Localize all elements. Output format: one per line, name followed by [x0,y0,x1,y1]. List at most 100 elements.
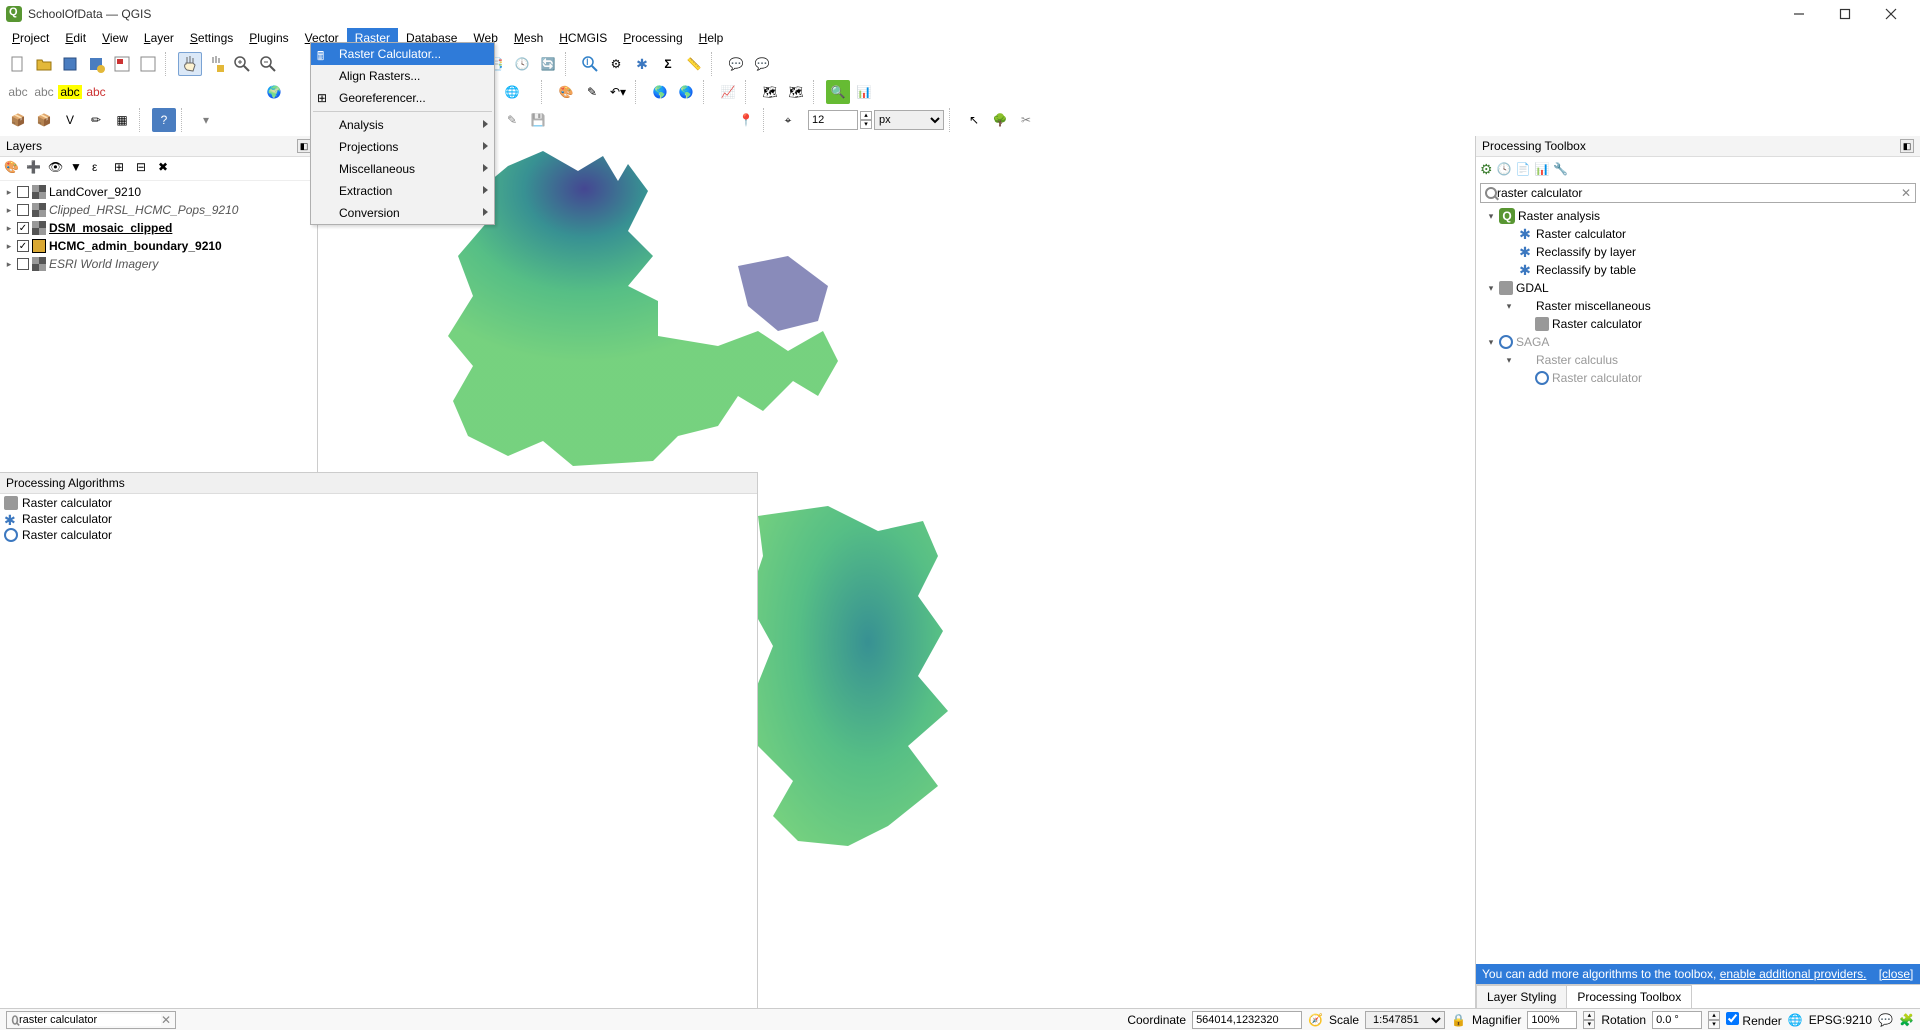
menu-processing[interactable]: Processing [615,28,690,50]
toolbox-item[interactable]: ✱Reclassify by table [1480,261,1916,279]
scale-select[interactable]: 1:547851 [1365,1011,1445,1029]
toolbox-script-icon[interactable]: 📄 [1516,162,1531,176]
filter-legend-icon[interactable]: ▼ [70,160,88,178]
hint-close-link[interactable]: [close] [1879,967,1914,981]
layer-row[interactable]: ▸Clipped_HRSL_HCMC_Pops_9210 [2,201,315,219]
temporal-icon[interactable]: 🕓 [510,52,534,76]
toolbox-search[interactable]: ✕ [1480,183,1916,203]
toolbox-clock-icon[interactable]: 🕓 [1497,162,1512,176]
magnifier-input[interactable] [1527,1011,1577,1029]
chart-icon[interactable]: 📈 [716,80,740,104]
save-as-icon[interactable] [84,52,108,76]
edit-pencil-icon[interactable]: ✏ [84,108,108,132]
zoom-out-icon[interactable] [256,52,280,76]
expand-icon[interactable]: ▸ [4,241,14,251]
menu-layer[interactable]: Layer [136,28,182,50]
visibility-checkbox[interactable] [17,258,29,270]
toolbox-model-icon[interactable] [1480,161,1493,178]
locator-input[interactable] [19,1014,161,1026]
toolbox-item[interactable]: ▾GDAL [1480,279,1916,297]
toolbox-item[interactable]: ✱Raster calculator [1480,225,1916,243]
toolbox-item[interactable]: ▾SAGA [1480,333,1916,351]
font-unit-select[interactable]: px [874,110,944,130]
statistics-icon[interactable]: ✱ [630,52,654,76]
raster-menu-georeferencer-[interactable]: ⊞Georeferencer... [311,87,494,109]
expand-all-icon[interactable]: ⊞ [114,160,132,178]
open-project-icon[interactable] [32,52,56,76]
tab-processing-toolbox[interactable]: Processing Toolbox [1566,985,1692,1008]
toolbox-dock-icon[interactable]: ◧ [1900,139,1914,153]
close-button[interactable] [1868,0,1914,28]
render-checkbox[interactable] [1726,1012,1739,1025]
crs-icon[interactable]: 🌐 [1788,1013,1803,1027]
panel-dock-icon[interactable]: ◧ [297,139,311,153]
algorithm-row[interactable]: Raster calculator [4,527,753,543]
world-icon[interactable]: 🌐 [500,80,524,104]
messages-icon[interactable]: 💬 [1878,1013,1893,1027]
help-icon[interactable]: ? [152,108,176,132]
maximize-button[interactable] [1822,0,1868,28]
label-highlight-icon[interactable]: abc [58,80,82,104]
toolbox-item[interactable]: ✱Reclassify by layer [1480,243,1916,261]
toolbox-options-icon[interactable]: 🔧 [1553,162,1568,176]
globe-icon[interactable]: 🌍 [262,80,286,104]
sum-icon[interactable]: Σ [656,52,680,76]
rotation-spinner[interactable]: ▴▾ [1708,1011,1720,1029]
menu-edit[interactable]: Edit [57,28,94,50]
tree-expand-icon[interactable]: ▾ [1486,283,1496,294]
snap-icon[interactable]: ⌖ [776,108,800,132]
expand-icon[interactable]: ▸ [4,223,14,233]
algorithm-row[interactable]: ✱Raster calculator [4,511,753,527]
toolbox-item[interactable]: ▾Raster calculus [1480,351,1916,369]
expand-icon[interactable]: ▸ [4,205,14,215]
raster-menu-analysis[interactable]: Analysis [311,114,494,136]
menu-hcmgis[interactable]: HCMGIS [551,28,615,50]
menu-view[interactable]: View [94,28,136,50]
tab-layer-styling[interactable]: Layer Styling [1476,985,1567,1008]
toolbox-search-input[interactable] [1497,186,1901,200]
menu-project[interactable]: Project [4,28,57,50]
pan-icon[interactable] [178,52,202,76]
save-project-icon[interactable] [58,52,82,76]
magnifier-spinner[interactable]: ▴▾ [1583,1011,1595,1029]
visibility-checkbox[interactable] [17,204,29,216]
layers-tool-icon[interactable]: 📊 [852,80,876,104]
save-edits-icon[interactable]: 💾 [526,108,550,132]
box3d2-icon[interactable]: 📦 [32,108,56,132]
font-size-spinner[interactable]: ▴▾ [860,111,872,129]
label-icon[interactable]: abc [6,80,30,104]
toolbox-item[interactable]: ▾QRaster analysis [1480,207,1916,225]
identify-icon[interactable]: i [578,52,602,76]
collapse-all-icon[interactable]: ⊟ [136,160,154,178]
visibility-checkbox[interactable]: ✓ [17,240,29,252]
tree-expand-icon[interactable]: ▾ [1504,355,1514,366]
measure-icon[interactable]: 📏 [682,52,706,76]
vector-new-icon[interactable]: V [58,108,82,132]
style-dock-icon[interactable]: 🎨 [4,160,22,178]
raster-menu-projections[interactable]: Projections [311,136,494,158]
menu-plugins[interactable]: Plugins [241,28,296,50]
layer-row[interactable]: ▸✓DSM_mosaic_clipped [2,219,315,237]
menu-settings[interactable]: Settings [182,28,241,50]
toolbox-item[interactable]: ▾Raster miscellaneous [1480,297,1916,315]
dropdown-icon[interactable]: ▾ [194,108,218,132]
new-project-icon[interactable] [6,52,30,76]
raster-menu-raster-calculator-[interactable]: 🖩Raster Calculator... [311,43,494,65]
lock-scale-icon[interactable]: 🔒 [1451,1013,1466,1027]
refresh-icon[interactable]: 🔄 [536,52,560,76]
tree-expand-icon[interactable]: ▾ [1486,211,1496,222]
search-green-icon[interactable]: 🔍 [826,80,850,104]
menu-help[interactable]: Help [691,28,732,50]
table-icon[interactable]: ▦ [110,108,134,132]
toolbox-item[interactable]: Raster calculator [1480,369,1916,387]
expand-icon[interactable]: ▸ [4,259,14,269]
tree-expand-icon[interactable]: ▾ [1486,337,1496,348]
locator-clear-icon[interactable]: ✕ [161,1013,171,1027]
add-group-icon[interactable]: ➕ [26,160,44,178]
extents-icon[interactable]: 🧭 [1308,1013,1323,1027]
plugin-icon[interactable]: 🧩 [1899,1013,1914,1027]
layout-manager-icon[interactable] [110,52,134,76]
undo-dropdown-icon[interactable]: ↶▾ [606,80,630,104]
minimize-button[interactable] [1776,0,1822,28]
tree-icon[interactable]: 🌳 [988,108,1012,132]
